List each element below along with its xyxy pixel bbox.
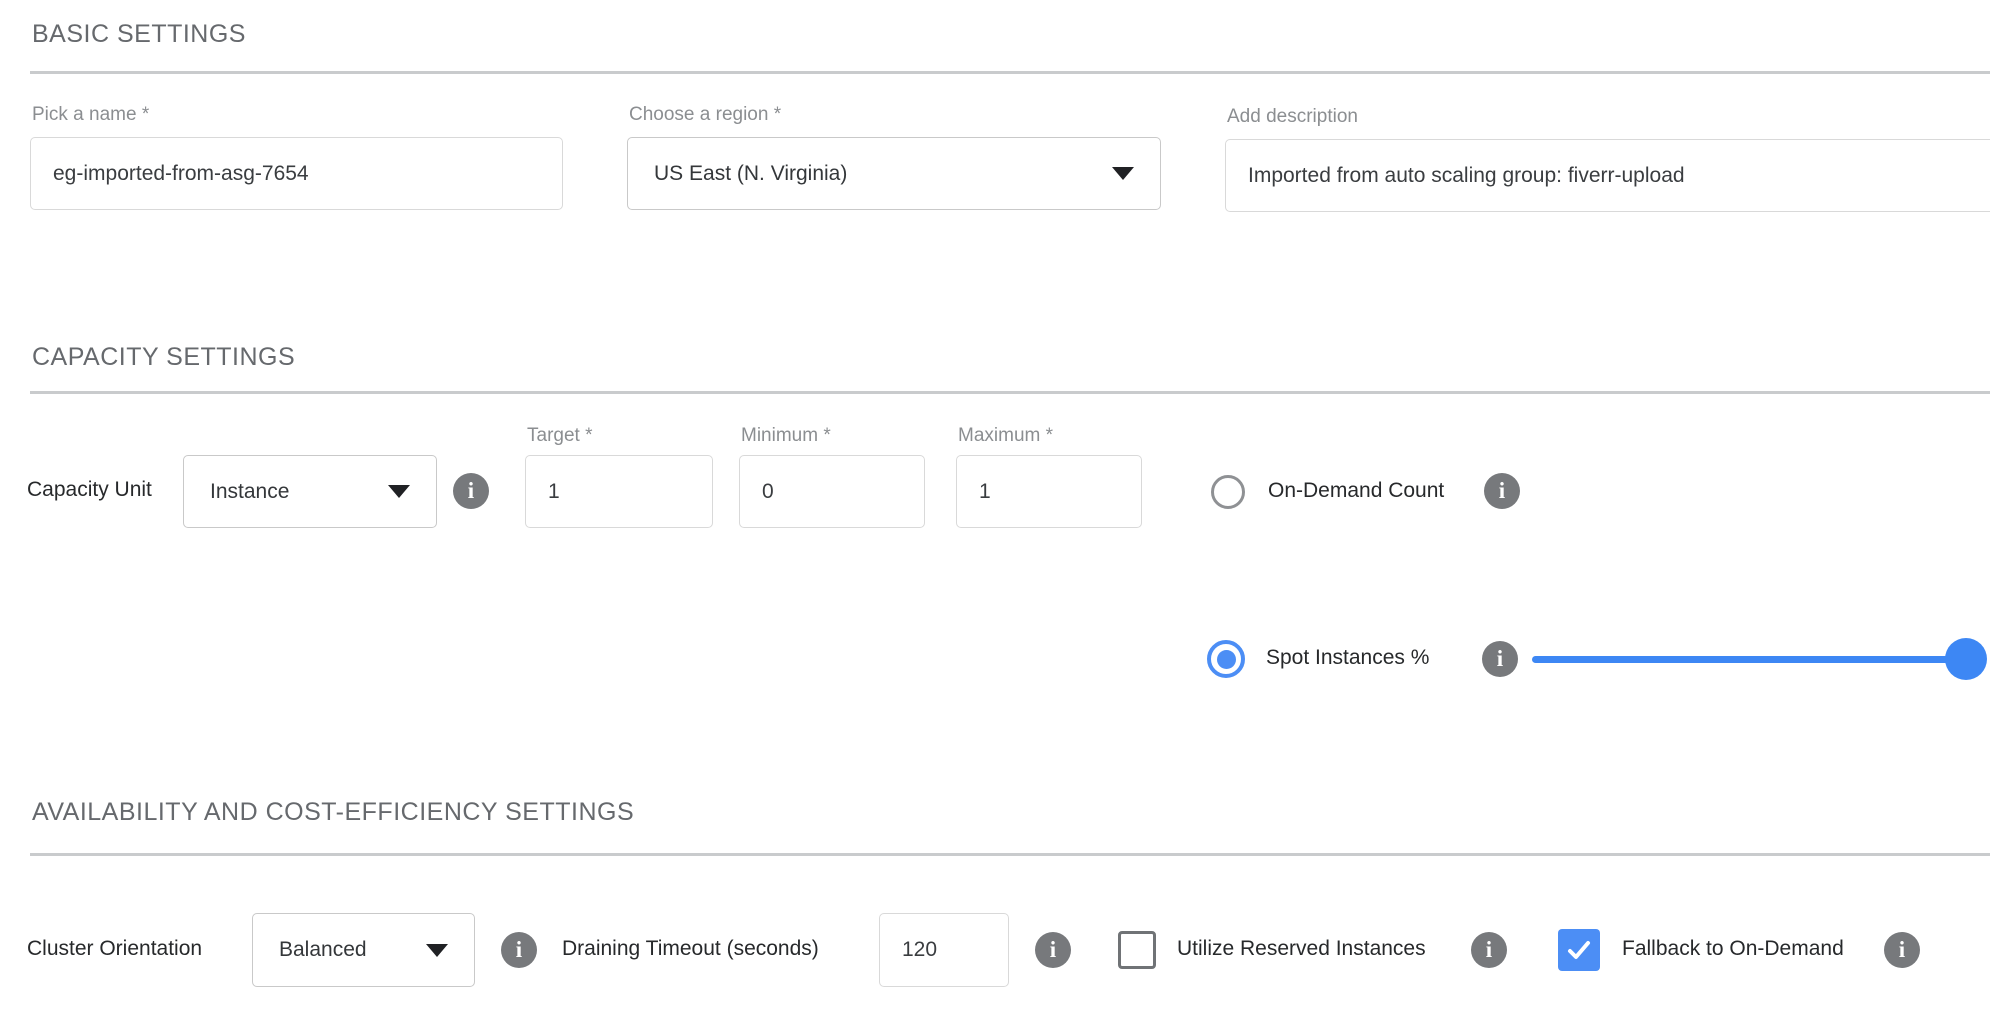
region-select[interactable]: US East (N. Virginia)	[627, 137, 1161, 210]
name-input[interactable]	[30, 137, 563, 210]
basic-settings-title: BASIC SETTINGS	[32, 20, 246, 49]
on-demand-count-label: On-Demand Count	[1268, 479, 1444, 503]
name-field-label: Pick a name *	[32, 104, 149, 126]
draining-timeout-input[interactable]	[879, 913, 1009, 987]
checkmark-icon	[1566, 937, 1592, 963]
spot-instances-info-icon[interactable]: i	[1482, 641, 1518, 677]
on-demand-count-radio[interactable]	[1211, 475, 1245, 509]
availability-settings-divider	[30, 853, 1990, 856]
draining-timeout-info-icon[interactable]: i	[1035, 932, 1071, 968]
utilize-reserved-instances-label: Utilize Reserved Instances	[1177, 937, 1426, 961]
draining-timeout-label: Draining Timeout (seconds)	[562, 937, 819, 961]
utilize-reserved-instances-info-icon[interactable]: i	[1471, 932, 1507, 968]
spot-instances-label: Spot Instances %	[1266, 646, 1429, 670]
cluster-orientation-select[interactable]: Balanced	[252, 913, 475, 987]
spot-percentage-slider-thumb[interactable]	[1945, 638, 1987, 680]
description-input[interactable]	[1225, 139, 1990, 212]
fallback-to-on-demand-checkbox[interactable]	[1558, 929, 1600, 971]
capacity-unit-select[interactable]: Instance	[183, 455, 437, 528]
radio-dot	[1217, 650, 1236, 669]
cluster-orientation-label: Cluster Orientation	[27, 937, 202, 961]
capacity-unit-select-value: Instance	[210, 480, 370, 504]
spot-percentage-slider-track[interactable]	[1532, 656, 1966, 663]
cluster-orientation-info-icon[interactable]: i	[501, 932, 537, 968]
minimum-input[interactable]	[739, 455, 925, 528]
target-field-label: Target *	[527, 425, 592, 447]
chevron-down-icon	[1112, 167, 1134, 180]
basic-settings-divider	[30, 71, 1990, 74]
capacity-settings-title: CAPACITY SETTINGS	[32, 343, 295, 372]
description-field-label: Add description	[1227, 106, 1358, 128]
capacity-settings-divider	[30, 391, 1990, 394]
cluster-orientation-select-value: Balanced	[279, 938, 408, 962]
target-input[interactable]	[525, 455, 713, 528]
utilize-reserved-instances-checkbox[interactable]	[1118, 931, 1156, 969]
availability-settings-title: AVAILABILITY AND COST-EFFICIENCY SETTING…	[32, 798, 634, 827]
capacity-unit-info-icon[interactable]: i	[453, 473, 489, 509]
fallback-to-on-demand-label: Fallback to On-Demand	[1622, 937, 1844, 961]
on-demand-count-info-icon[interactable]: i	[1484, 473, 1520, 509]
region-field-label: Choose a region *	[629, 104, 781, 126]
capacity-unit-label: Capacity Unit	[27, 478, 152, 502]
minimum-field-label: Minimum *	[741, 425, 831, 447]
chevron-down-icon	[426, 944, 448, 957]
maximum-input[interactable]	[956, 455, 1142, 528]
maximum-field-label: Maximum *	[958, 425, 1053, 447]
fallback-to-on-demand-info-icon[interactable]: i	[1884, 932, 1920, 968]
region-select-value: US East (N. Virginia)	[654, 162, 1094, 186]
spot-instances-radio[interactable]	[1207, 640, 1245, 678]
chevron-down-icon	[388, 485, 410, 498]
settings-form: BASIC SETTINGS Pick a name * Choose a re…	[0, 0, 1990, 1016]
